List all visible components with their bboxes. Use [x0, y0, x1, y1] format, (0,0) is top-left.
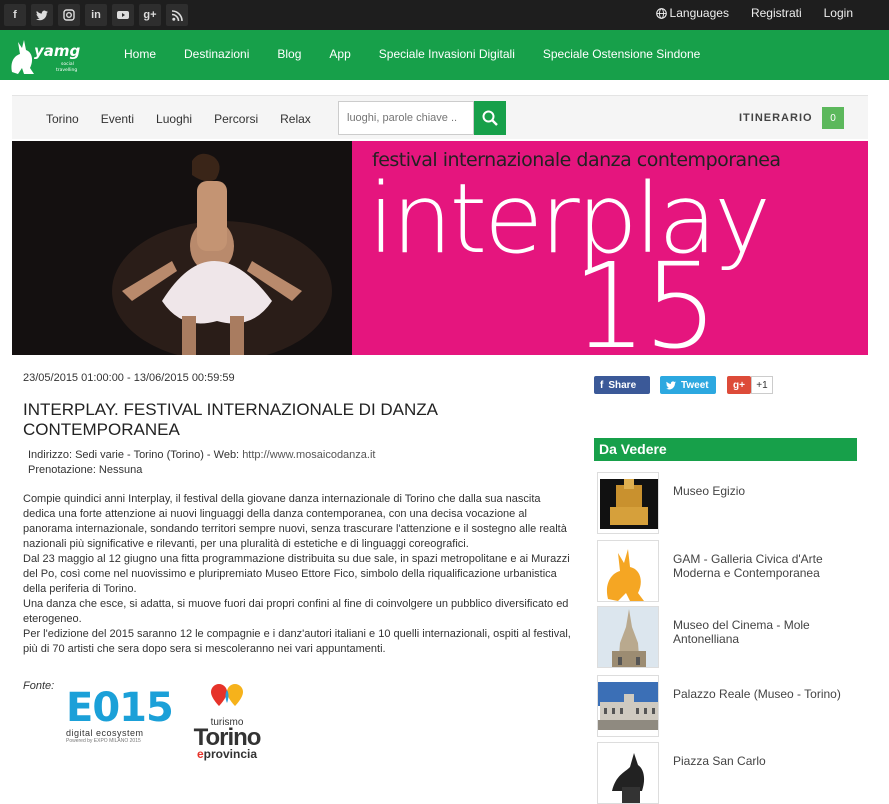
googleplus-icon[interactable]: g+: [139, 4, 161, 26]
login-link[interactable]: Login: [824, 6, 853, 20]
subnav-torino[interactable]: Torino: [46, 112, 79, 126]
thumbnail-gam-kangaroo: [597, 540, 659, 602]
sidebar-item-museo-egizio[interactable]: Museo Egizio: [597, 472, 857, 534]
twitter-icon[interactable]: [31, 4, 53, 26]
address-text: Indirizzo: Sedi varie - Torino (Torino) …: [28, 449, 243, 461]
description-paragraph: Per l'edizione del 2015 saranno 12 le co…: [23, 628, 571, 655]
event-website-link[interactable]: http://www.mosaicodanza.it: [242, 449, 375, 461]
source-label: Fonte:: [23, 680, 55, 692]
dancer-photo: [12, 141, 352, 355]
nav-blog[interactable]: Blog: [277, 47, 301, 61]
sidebar-item-label: Museo del Cinema - Mole Antonelliana: [673, 618, 810, 646]
social-links: f in g+: [4, 4, 188, 26]
secondary-navbar: Torino Eventi Luoghi Percorsi Relax ITIN…: [12, 95, 868, 139]
map-pin-icon: [211, 684, 243, 706]
search-button[interactable]: [474, 101, 506, 135]
description-paragraph: Una danza che esce, si adatta, si muove …: [23, 598, 569, 625]
thumbnail-palazzo-reale: [597, 675, 659, 737]
e015-logo-text: E015: [66, 685, 174, 731]
turismo-torino-logo[interactable]: turismo Torino eprovincia: [186, 682, 268, 760]
subnav-eventi[interactable]: Eventi: [101, 112, 134, 126]
thumbnail-piazza-san-carlo: [597, 742, 659, 804]
sidebar-heading: Da Vedere: [594, 438, 857, 461]
event-address: Indirizzo: Sedi varie - Torino (Torino) …: [28, 448, 375, 463]
sidebar-item-museo-cinema[interactable]: Museo del Cinema - Mole Antonelliana: [597, 606, 857, 668]
torino-logo-line2: Torino: [193, 724, 262, 751]
description-paragraph: Compie quindici anni Interplay, il festi…: [23, 493, 567, 550]
googleplus-icon: g+: [733, 379, 745, 391]
torino-logo-e: e: [196, 747, 204, 761]
top-bar: f in g+ Languages Registrati Login: [0, 0, 889, 30]
twitter-icon: [666, 380, 676, 389]
event-banner: festival internazionale danza contempora…: [12, 141, 868, 355]
search-input[interactable]: [338, 101, 474, 135]
itinerary-label[interactable]: ITINERARIO: [739, 112, 813, 124]
main-nav-links: Home Destinazioni Blog App Speciale Inva…: [124, 47, 728, 61]
thumbnail-museo-egizio: [597, 472, 659, 534]
sidebar-item-label: Palazzo Reale (Museo - Torino): [673, 687, 841, 701]
sidebar-item-label: GAM - Galleria Civica d'Arte Moderna e C…: [673, 552, 823, 580]
event-title: INTERPLAY. FESTIVAL INTERNAZIONALE DI DA…: [23, 400, 438, 439]
linkedin-icon[interactable]: in: [85, 4, 107, 26]
sidebar-item-gam[interactable]: GAM - Galleria Civica d'Arte Moderna e C…: [597, 540, 857, 602]
nav-app[interactable]: App: [329, 47, 350, 61]
nav-ostensione-sindone[interactable]: Speciale Ostensione Sindone: [543, 47, 700, 61]
nav-home[interactable]: Home: [124, 47, 156, 61]
languages-link[interactable]: Languages: [655, 6, 729, 20]
register-link[interactable]: Registrati: [751, 6, 802, 20]
event-booking: Prenotazione: Nessuna: [28, 464, 143, 476]
facebook-share-button[interactable]: f Share: [594, 376, 650, 394]
thumbnail-mole-antonelliana: [597, 606, 659, 668]
event-meta: Indirizzo: Sedi varie - Torino (Torino) …: [28, 448, 375, 478]
twitter-tweet-label: Tweet: [681, 379, 709, 391]
e015-logo[interactable]: E015 digital ecosystem Powered by EXPO M…: [66, 685, 174, 744]
torino-logo-line3: eprovincia: [186, 748, 268, 760]
description-paragraph: Dal 23 maggio al 12 giugno una fitta pro…: [23, 553, 570, 595]
event-description: Compie quindici anni Interplay, il festi…: [23, 492, 573, 657]
sidebar-item-label: Piazza San Carlo: [673, 754, 766, 768]
main-navbar: yamgu social travelling Home Destinazion…: [0, 30, 889, 80]
city-links: Torino Eventi Luoghi Percorsi Relax: [46, 112, 333, 126]
svg-text:social: social: [61, 61, 74, 67]
instagram-icon[interactable]: [58, 4, 80, 26]
svg-text:yamgu: yamgu: [34, 42, 80, 60]
e015-logo-tagline: Powered by EXPO MILANO 2015: [66, 738, 141, 744]
facebook-icon: f: [600, 379, 604, 391]
sidebar-item-palazzo-reale[interactable]: Palazzo Reale (Museo - Torino): [597, 675, 857, 737]
twitter-tweet-button[interactable]: Tweet: [660, 376, 716, 394]
youtube-icon[interactable]: [112, 4, 134, 26]
facebook-icon[interactable]: f: [4, 4, 26, 26]
yamgu-logo[interactable]: yamgu social travelling: [4, 34, 91, 76]
globe-icon: [655, 7, 667, 19]
subnav-luoghi[interactable]: Luoghi: [156, 112, 192, 126]
facebook-share-label: Share: [608, 379, 637, 391]
subnav-percorsi[interactable]: Percorsi: [214, 112, 258, 126]
search-icon: [482, 110, 498, 126]
languages-label: Languages: [669, 6, 729, 20]
banner-edition-number: 15: [572, 237, 718, 355]
rss-icon[interactable]: [166, 4, 188, 26]
googleplus-count: +1: [751, 376, 773, 394]
nav-destinazioni[interactable]: Destinazioni: [184, 47, 249, 61]
svg-text:travelling: travelling: [56, 67, 77, 73]
nav-invasioni-digitali[interactable]: Speciale Invasioni Digitali: [379, 47, 515, 61]
itinerary-count-badge[interactable]: 0: [822, 107, 844, 129]
torino-logo-provincia: provincia: [203, 747, 258, 761]
event-date: 23/05/2015 01:00:00 - 13/06/2015 00:59:5…: [23, 372, 235, 384]
sidebar-item-label: Museo Egizio: [673, 484, 746, 498]
sidebar-item-piazza-san-carlo[interactable]: Piazza San Carlo: [597, 742, 857, 804]
top-links: Languages Registrati Login: [655, 6, 853, 20]
subnav-relax[interactable]: Relax: [280, 112, 311, 126]
googleplus-button[interactable]: g+: [727, 376, 751, 394]
